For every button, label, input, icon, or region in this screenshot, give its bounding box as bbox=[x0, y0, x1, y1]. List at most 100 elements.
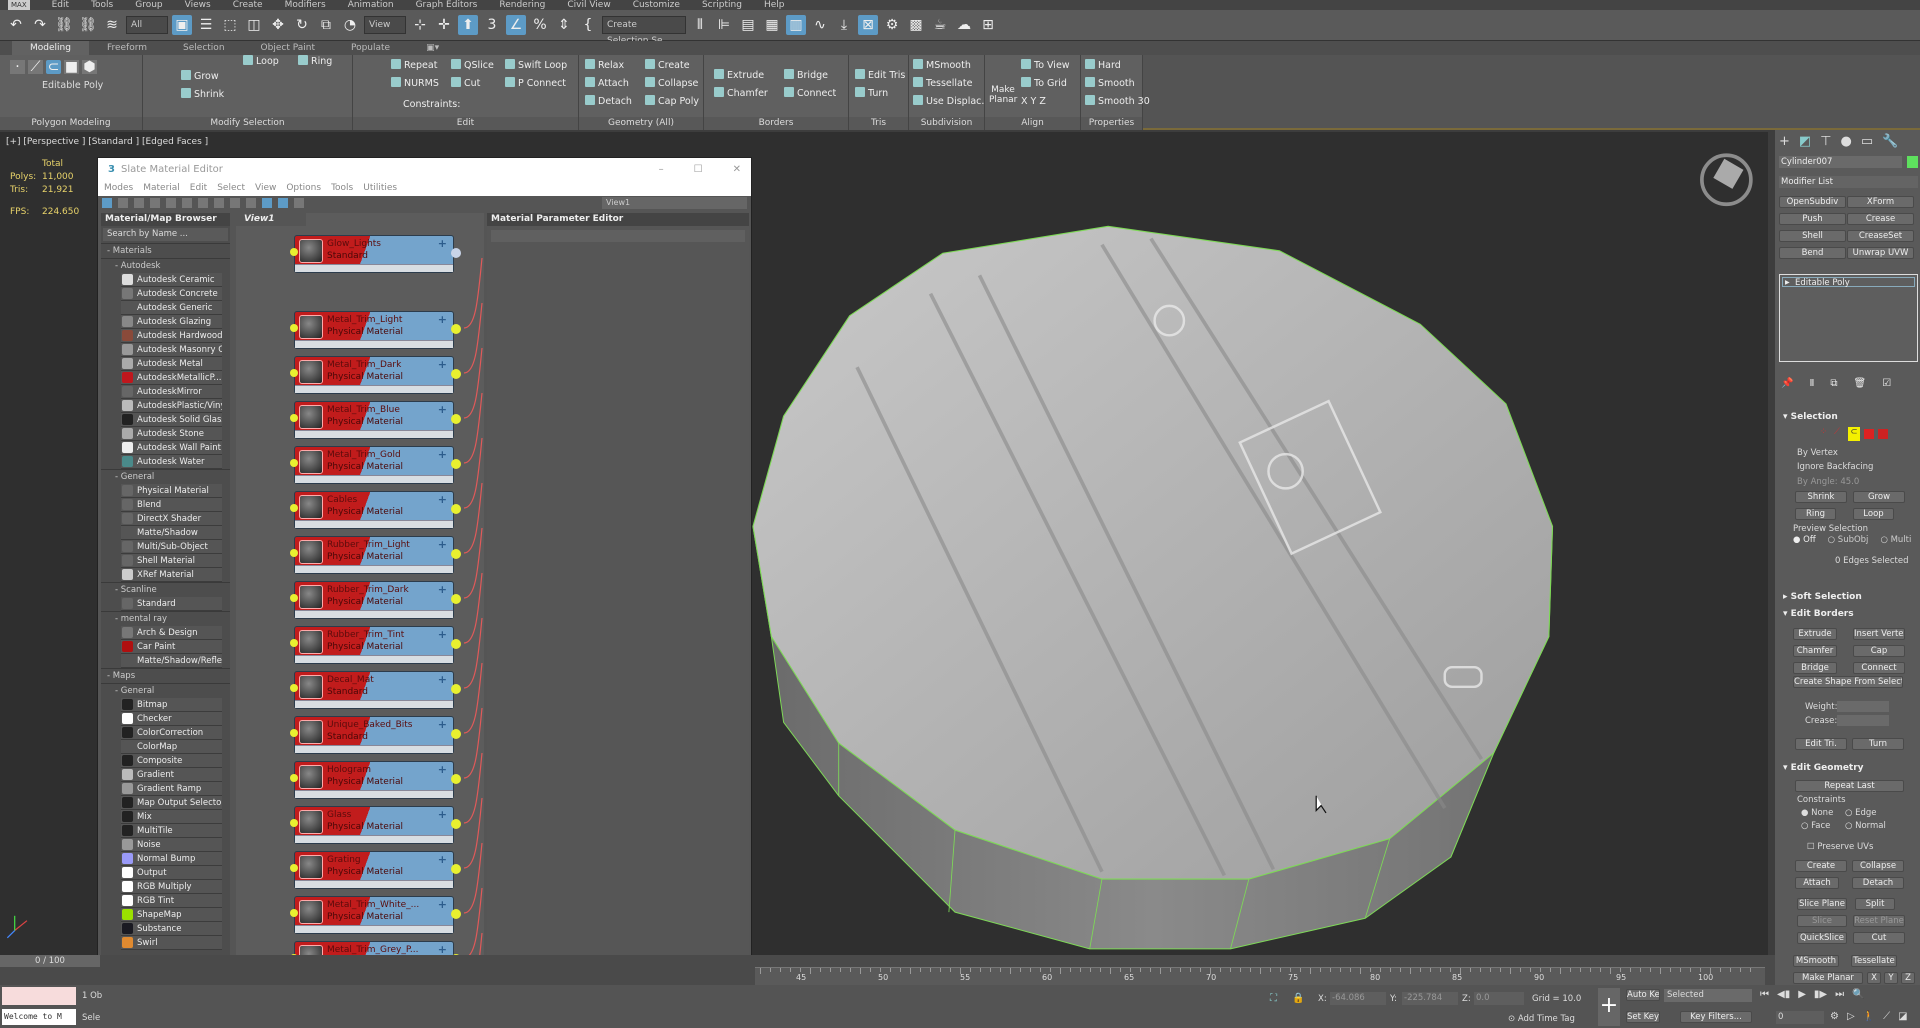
layer-explorer-icon[interactable]: ▦ bbox=[762, 15, 782, 35]
snap-3d-icon[interactable]: 3 bbox=[482, 15, 502, 35]
browser-item[interactable]: Checker bbox=[121, 712, 222, 726]
input-socket[interactable] bbox=[290, 909, 298, 917]
material-node[interactable]: Glow_Lights Standard + bbox=[290, 235, 461, 273]
browser-item[interactable]: Multi/Sub-Object bbox=[121, 540, 222, 554]
close-button[interactable]: ✕ bbox=[733, 158, 741, 181]
render-cloud-icon[interactable]: ☁ bbox=[954, 15, 974, 35]
lock-icon[interactable]: 🔒 bbox=[1292, 993, 1304, 1004]
extrude-button[interactable]: Extrude bbox=[1793, 628, 1837, 640]
material-node[interactable]: Metal_Trim_Dark Physical Material + bbox=[290, 356, 461, 394]
insert-vertex-button[interactable]: Insert Vertex bbox=[1853, 628, 1905, 640]
output-socket[interactable] bbox=[451, 729, 461, 739]
browser-group-header[interactable]: - General bbox=[101, 469, 230, 484]
unlink-icon[interactable]: ⛓ bbox=[78, 15, 98, 35]
add-time-tag[interactable]: ⊙ Add Time Tag bbox=[1508, 1014, 1575, 1024]
menu-create[interactable]: Create bbox=[233, 0, 263, 10]
browser-item[interactable]: XRef Material bbox=[121, 568, 222, 582]
browser-item[interactable]: Output bbox=[121, 866, 222, 880]
align-z-button[interactable]: Z bbox=[1039, 96, 1046, 107]
msmooth-button[interactable]: MSmooth bbox=[913, 59, 990, 72]
constraint-face-radio[interactable]: ○ Face bbox=[1801, 821, 1830, 831]
browser-item[interactable]: Autodesk Metal bbox=[121, 357, 222, 371]
input-socket[interactable] bbox=[290, 864, 298, 872]
browser-item[interactable]: Composite bbox=[121, 754, 222, 768]
grow-button[interactable]: Grow bbox=[1853, 491, 1905, 503]
modify-tab-icon[interactable]: ◩ bbox=[1799, 134, 1811, 149]
view-select-dropdown[interactable]: View1 bbox=[602, 197, 747, 209]
edit-tri-button[interactable]: Edit Tri. bbox=[1795, 738, 1847, 750]
browser-item[interactable]: Matte/Shadow/Refle... bbox=[121, 654, 222, 668]
element-mode-icon[interactable] bbox=[1878, 429, 1888, 439]
browser-item[interactable]: Autodesk Water bbox=[121, 455, 222, 469]
curve-editor-icon[interactable]: ∿ bbox=[810, 15, 830, 35]
render-icon[interactable]: ☕ bbox=[930, 15, 950, 35]
connect-button[interactable]: Connect bbox=[1853, 662, 1905, 674]
parameter-editor-icon[interactable] bbox=[294, 198, 304, 208]
undo-icon[interactable]: ↶ bbox=[6, 15, 26, 35]
polygon-mode-icon[interactable] bbox=[1864, 429, 1874, 439]
constraint-edge-radio[interactable]: ○ Edge bbox=[1845, 808, 1877, 818]
input-socket[interactable] bbox=[290, 819, 298, 827]
ring-button[interactable]: Ring bbox=[1795, 508, 1836, 520]
browser-item[interactable]: Autodesk Hardwood bbox=[121, 329, 222, 343]
expand-node-icon[interactable]: + bbox=[438, 448, 447, 461]
maximize-button[interactable]: ☐ bbox=[694, 158, 703, 181]
menu-civil-view[interactable]: Civil View bbox=[567, 0, 610, 10]
browser-item[interactable]: RGB Tint bbox=[121, 894, 222, 908]
input-socket[interactable] bbox=[290, 324, 298, 332]
stack-item-editable-poly[interactable]: ▶ Editable Poly bbox=[1782, 277, 1915, 288]
next-frame-icon[interactable]: ▮▶ bbox=[1814, 989, 1827, 1001]
edit-geometry-rollout-header[interactable]: ▾ Edit Geometry bbox=[1783, 763, 1864, 773]
material-node[interactable]: Metal_Trim_Blue Physical Material + bbox=[290, 401, 461, 439]
browser-item[interactable]: Autodesk Generic bbox=[121, 301, 222, 315]
browser-group-header[interactable]: - General bbox=[101, 683, 230, 698]
go-to-end-icon[interactable]: ⏭ bbox=[1835, 989, 1844, 1001]
output-socket[interactable] bbox=[451, 248, 461, 258]
expand-icon[interactable]: ▶ bbox=[1785, 278, 1790, 288]
show-end-result-icon[interactable]: Ⅱ bbox=[1809, 378, 1814, 389]
by-vertex-checkbox[interactable]: By Vertex bbox=[1797, 448, 1838, 458]
quickslice-button[interactable]: QuickSlice bbox=[1797, 932, 1847, 944]
move-icon[interactable]: ✥ bbox=[268, 15, 288, 35]
align-y-button[interactable]: Y bbox=[1031, 96, 1037, 107]
slate-menu-tools[interactable]: Tools bbox=[331, 181, 353, 196]
output-socket[interactable] bbox=[451, 414, 461, 424]
move-children-icon[interactable] bbox=[182, 198, 192, 208]
browser-item[interactable]: Autodesk Ceramic bbox=[121, 273, 222, 287]
detach-button[interactable]: Detach bbox=[585, 95, 632, 108]
tessellate-button[interactable]: Tessellate bbox=[913, 77, 990, 90]
soft-selection-rollout-header[interactable]: ▸ Soft Selection bbox=[1783, 592, 1862, 602]
layout-all-icon[interactable] bbox=[262, 198, 272, 208]
p-connect-button[interactable]: P Connect bbox=[505, 77, 567, 90]
browser-item[interactable]: ShapeMap bbox=[121, 908, 222, 922]
browser-item[interactable]: Autodesk Masonry C... bbox=[121, 343, 222, 357]
reset-plane-button[interactable]: Reset Plane bbox=[1853, 915, 1905, 927]
pick-material-icon[interactable] bbox=[118, 198, 128, 208]
expand-node-icon[interactable]: + bbox=[438, 583, 447, 596]
go-to-start-icon[interactable]: ⏮ bbox=[1760, 989, 1769, 1001]
browser-item[interactable]: Map Output Selector bbox=[121, 796, 222, 810]
vertex-mode-icon[interactable]: ⁘ bbox=[1820, 427, 1830, 437]
browser-item[interactable]: Swirl bbox=[121, 936, 222, 950]
to-view-button[interactable]: To View bbox=[1021, 59, 1070, 72]
object-name-field[interactable]: Cylinder007 bbox=[1779, 156, 1902, 168]
menu-group[interactable]: Group bbox=[135, 0, 162, 10]
browser-item[interactable]: Matte/Shadow bbox=[121, 526, 222, 540]
ribbon-options-icon[interactable]: ▣▾ bbox=[408, 41, 457, 55]
to-grid-button[interactable]: To Grid bbox=[1021, 77, 1070, 90]
edge-icon[interactable]: ⟋ bbox=[28, 59, 43, 75]
nurms-button[interactable]: NURMS bbox=[391, 77, 439, 90]
create-shape-button[interactable]: Create Shape From Selection bbox=[1793, 676, 1903, 688]
input-socket[interactable] bbox=[290, 639, 298, 647]
output-socket[interactable] bbox=[451, 774, 461, 784]
select-tool-icon[interactable] bbox=[102, 198, 112, 208]
schematic-view-icon[interactable]: ⤓ bbox=[834, 15, 854, 35]
fov-icon[interactable]: ⟋ bbox=[1883, 1011, 1890, 1023]
configure-sets-icon[interactable]: ☑ bbox=[1882, 378, 1891, 389]
output-socket[interactable] bbox=[451, 684, 461, 694]
material-node[interactable]: Grating Physical Material + bbox=[290, 851, 461, 889]
browser-item[interactable]: Mix bbox=[121, 810, 222, 824]
selection-filter-dropdown[interactable]: All bbox=[126, 16, 168, 34]
browser-group-header[interactable]: - Scanline bbox=[101, 582, 230, 597]
extrude-button[interactable]: Extrude bbox=[714, 69, 768, 82]
